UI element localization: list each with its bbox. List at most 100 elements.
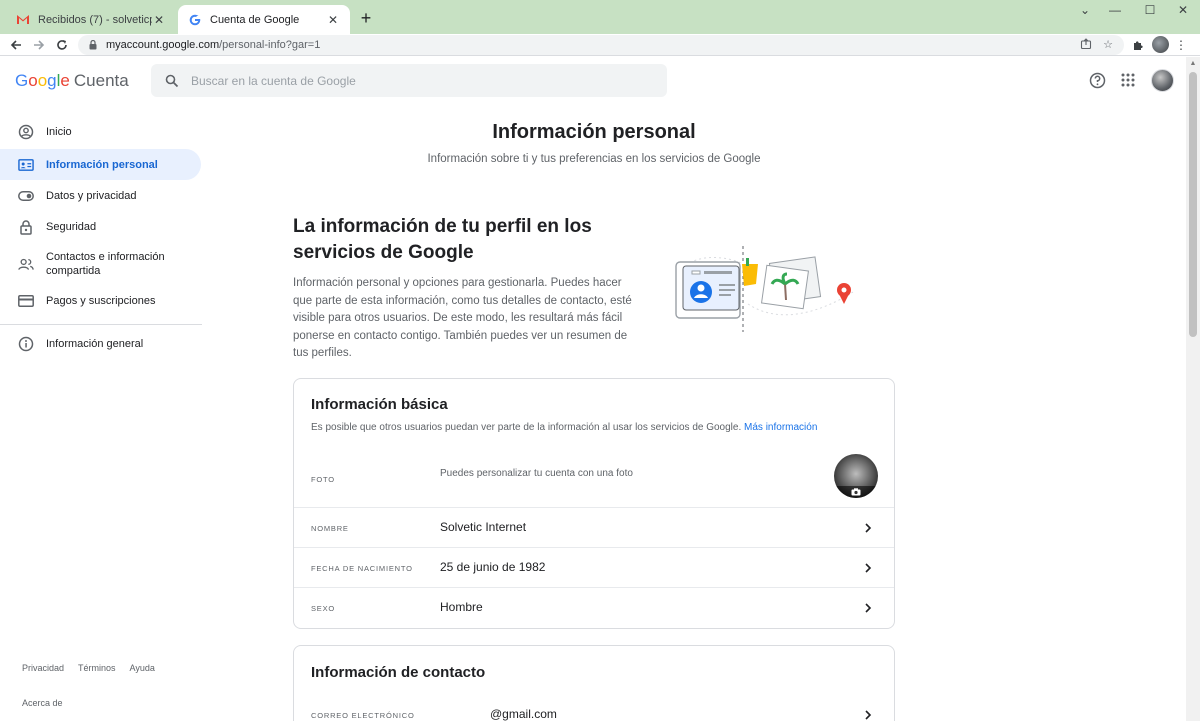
account-header: Google Cuenta — [0, 57, 1186, 105]
toggle-icon — [18, 188, 34, 204]
forward-button[interactable] — [29, 35, 49, 55]
help-icon[interactable] — [1088, 71, 1106, 89]
sidebar-item-general-info[interactable]: Información general — [0, 329, 201, 359]
birthday-row[interactable]: Fecha de nacimiento 25 de junio de 1982 — [294, 548, 894, 588]
row-label: Foto — [311, 475, 335, 484]
gender-row[interactable]: Sexo Hombre — [294, 588, 894, 628]
sidebar-item-label: Inicio — [46, 126, 72, 138]
card-title: Información de contacto — [311, 664, 486, 681]
tab-title: Recibidos (7) - solveticp1@gmail — [38, 13, 152, 26]
google-wordmark: Google — [15, 71, 70, 91]
account-circle-icon — [18, 124, 34, 140]
row-value: Puedes personalizar tu cuenta con una fo… — [440, 468, 633, 479]
url-path: /personal-info?gar=1 — [219, 39, 321, 51]
email-row[interactable]: Correo electrónico @gmail.com — [294, 704, 894, 721]
row-label: Nombre — [311, 524, 349, 533]
apps-grid-icon[interactable] — [1119, 71, 1137, 89]
privacy-link[interactable]: Privacidad — [22, 663, 64, 673]
scroll-up-arrow[interactable]: ▲ — [1189, 60, 1197, 68]
sidebar-item-label: Información general — [46, 338, 144, 350]
photo-row[interactable]: Foto Puedes personalizar tu cuenta con u… — [294, 454, 894, 507]
close-tab-icon[interactable]: ✕ — [152, 13, 166, 27]
back-button[interactable] — [6, 35, 26, 55]
sidebar-item-personal-info[interactable]: Información personal — [0, 149, 201, 180]
logo-letter: o — [28, 71, 38, 90]
logo-letter: e — [60, 71, 70, 90]
google-account-logo[interactable]: Google Cuenta — [15, 71, 129, 91]
chevron-right-icon — [862, 562, 874, 574]
logo-letter: G — [15, 71, 29, 90]
url-host: myaccount.google.com — [106, 39, 220, 51]
extensions-icon[interactable] — [1130, 37, 1146, 53]
chevron-right-icon — [862, 602, 874, 614]
sidebar-item-label: Información personal — [46, 158, 158, 171]
logo-letter: g — [47, 71, 57, 90]
browser-tabstrip: Recibidos (7) - solveticp1@gmail ✕ Cuent… — [0, 0, 1200, 34]
profile-heading: La información de tu perfil en los servi… — [293, 216, 592, 263]
account-avatar[interactable] — [1151, 69, 1174, 92]
lock-icon — [18, 219, 34, 235]
close-tab-icon[interactable]: ✕ — [326, 13, 340, 27]
credit-card-icon — [18, 293, 34, 309]
people-icon — [18, 256, 34, 272]
card-description: Es posible que otros usuarios puedan ver… — [311, 422, 817, 433]
terms-link[interactable]: Términos — [78, 663, 116, 673]
browser-profile-avatar[interactable] — [1152, 36, 1169, 53]
account-search[interactable] — [151, 64, 667, 97]
logo-letter: o — [37, 71, 48, 90]
sidebar-item-label: Pagos y suscripciones — [46, 295, 156, 307]
card-description-text: Es posible que otros usuarios puedan ver… — [311, 422, 742, 433]
more-info-link[interactable]: Más información — [744, 422, 817, 433]
sidebar-item-data-privacy[interactable]: Datos y privacidad — [0, 181, 201, 211]
page-subtitle: Información sobre ti y tus preferencias … — [427, 153, 761, 165]
sidebar-item-inicio[interactable]: Inicio — [0, 117, 201, 147]
close-window-button[interactable]: ✕ — [1168, 3, 1198, 19]
card-title: Información básica — [311, 396, 448, 413]
sidebar-item-payments[interactable]: Pagos y suscripciones — [0, 286, 201, 316]
name-row[interactable]: Nombre Solvetic Internet — [294, 508, 894, 548]
chevron-right-icon — [862, 709, 874, 721]
maximize-button[interactable]: ☐ — [1135, 3, 1165, 19]
info-icon — [18, 336, 34, 352]
row-value: @gmail.com — [490, 707, 557, 721]
new-tab-button[interactable]: + — [356, 9, 376, 29]
reload-button[interactable] — [52, 35, 72, 55]
about-link[interactable]: Acerca de — [22, 698, 63, 708]
scroll-thumb[interactable] — [1189, 72, 1197, 337]
sidebar-item-security[interactable]: Seguridad — [0, 212, 201, 242]
sidebar-divider — [0, 324, 202, 325]
address-bar[interactable]: myaccount.google.com/personal-info?gar=1 — [78, 35, 1124, 55]
basic-info-card: Información básica Es posible que otros … — [293, 378, 895, 629]
profile-photo[interactable] — [834, 454, 878, 498]
help-link[interactable]: Ayuda — [130, 663, 155, 673]
search-icon — [165, 74, 179, 88]
row-value: Hombre — [440, 600, 483, 614]
contact-info-card: Información de contacto Correo electróni… — [293, 645, 895, 721]
footer-links: Privacidad Términos Ayuda — [22, 663, 155, 673]
sidebar-item-label: Contactos e información compartida — [46, 251, 165, 277]
profile-description: Información personal y opciones para ges… — [293, 277, 632, 359]
chevron-down-icon[interactable]: ⌄ — [1070, 3, 1100, 19]
row-label: Sexo — [311, 604, 336, 613]
product-name: Cuenta — [73, 71, 129, 90]
tab-gmail[interactable]: Recibidos (7) - solveticp1@gmail ✕ — [6, 5, 176, 34]
tab-title: Cuenta de Google — [210, 13, 300, 26]
page-title: Información personal — [492, 121, 696, 143]
lock-icon — [88, 40, 98, 50]
share-icon[interactable] — [1079, 37, 1093, 51]
minimize-button[interactable]: — — [1100, 3, 1130, 19]
browser-toolbar: myaccount.google.com/personal-info?gar=1… — [0, 34, 1200, 56]
sidebar-item-label: Seguridad — [46, 221, 97, 233]
sidebar-item-contacts[interactable]: Contactos e información compartida — [0, 245, 201, 283]
chevron-right-icon — [862, 522, 874, 534]
id-card-icon — [18, 157, 34, 173]
camera-icon — [834, 486, 878, 498]
sidebar-nav: Inicio Información personal Datos y priv… — [0, 105, 202, 721]
more-vert-icon[interactable]: ⋮ — [1173, 37, 1189, 53]
search-input[interactable] — [191, 73, 631, 88]
row-label: Correo electrónico — [311, 711, 415, 720]
tab-google-account[interactable]: Cuenta de Google ✕ — [178, 5, 350, 34]
bookmark-star-icon[interactable]: ☆ — [1101, 37, 1115, 51]
gmail-icon — [16, 13, 30, 27]
row-value: 25 de junio de 1982 — [440, 560, 546, 574]
